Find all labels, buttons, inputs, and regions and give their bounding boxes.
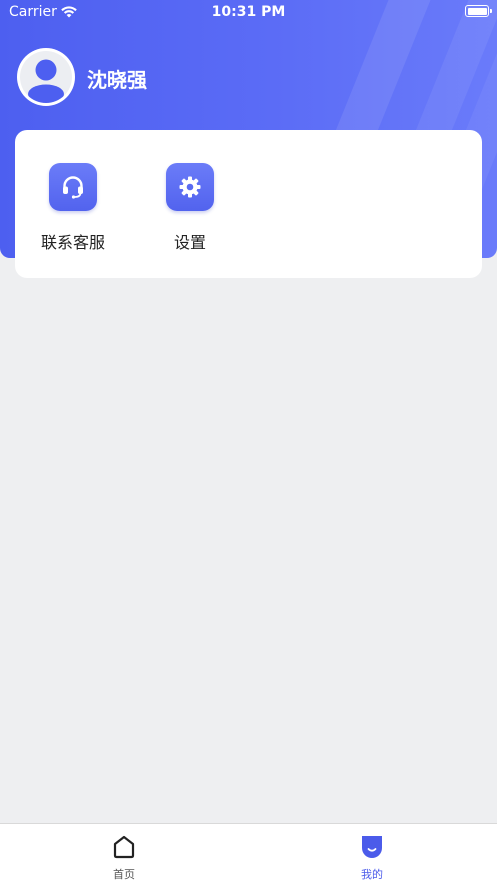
tab-home-label: 首页	[113, 868, 135, 881]
gear-icon	[166, 163, 214, 211]
tab-mine-label: 我的	[361, 868, 383, 881]
profile-tab-icon	[360, 834, 384, 860]
battery-icon	[465, 5, 492, 17]
tab-home[interactable]: 首页	[64, 824, 184, 883]
tab-bar: 首页 我的	[0, 823, 497, 883]
contact-service-button[interactable]: 联系客服	[18, 130, 128, 278]
username: 沈晓强	[87, 68, 147, 92]
settings-label: 设置	[173, 233, 206, 252]
battery-level	[467, 7, 487, 15]
avatar[interactable]	[17, 48, 75, 106]
headset-icon	[49, 163, 97, 211]
status-bar: Carrier 10:31 PM	[0, 0, 497, 26]
menu-card: 联系客服 设置	[15, 130, 482, 278]
home-icon	[112, 834, 136, 860]
status-time: 10:31 PM	[211, 4, 286, 20]
settings-button[interactable]: 设置	[135, 130, 245, 278]
user-avatar-icon	[20, 51, 72, 103]
contact-service-label: 联系客服	[40, 233, 105, 252]
tab-mine[interactable]: 我的	[312, 824, 432, 883]
